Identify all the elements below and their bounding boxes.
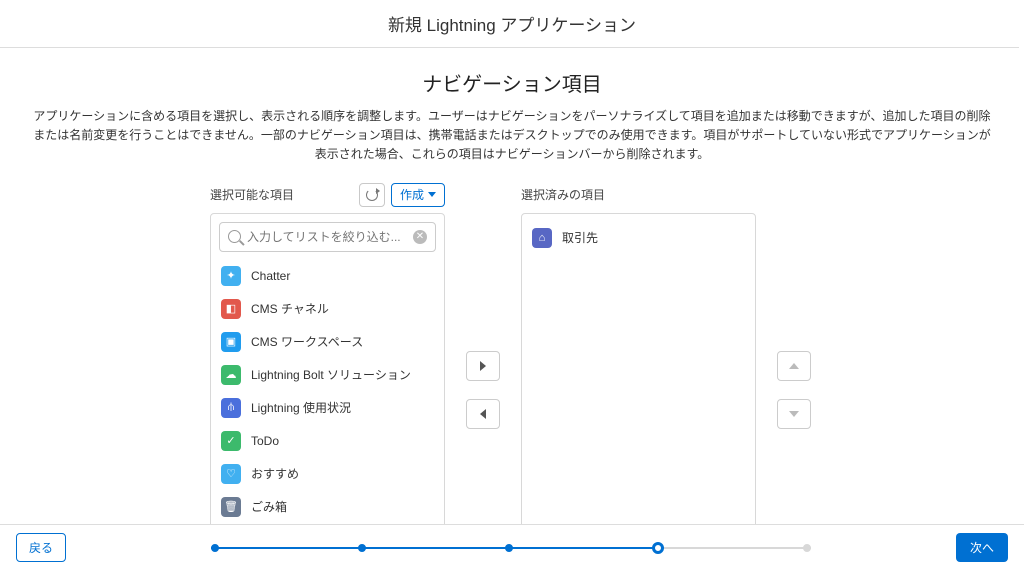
search-input[interactable] (247, 230, 407, 244)
selected-list[interactable]: ⌂ 取引先 (522, 214, 755, 547)
selected-header: 選択済みの項目 (521, 186, 605, 203)
progress-indicator (66, 546, 956, 550)
move-down-button[interactable] (777, 399, 811, 429)
progress-step (652, 542, 664, 554)
item-label: ToDo (251, 434, 279, 448)
list-item[interactable]: ⌂ 取引先 (522, 222, 755, 255)
chevron-down-icon (428, 192, 436, 197)
item-icon: ◧ (221, 299, 241, 319)
item-label: 取引先 (562, 229, 598, 246)
item-label: ごみ箱 (251, 498, 287, 515)
available-header-actions: 作成 (359, 183, 445, 207)
list-item[interactable]: ▣ CMS ワークスペース (211, 326, 444, 359)
search-box[interactable]: ✕ (219, 222, 436, 252)
back-button[interactable]: 戻る (16, 533, 66, 562)
progress-step (505, 544, 513, 552)
move-buttons (463, 233, 503, 548)
move-up-button[interactable] (777, 351, 811, 381)
item-label: Lightning Bolt ソリューション (251, 366, 411, 383)
item-label: CMS ワークスペース (251, 333, 363, 350)
item-icon: ✦ (221, 266, 241, 286)
selected-panel: ⌂ 取引先 (521, 213, 756, 548)
item-label: Chatter (251, 269, 290, 283)
move-right-button[interactable] (466, 351, 500, 381)
progress-step (211, 544, 219, 552)
refresh-button[interactable] (359, 183, 385, 207)
divider (0, 47, 1019, 48)
create-label: 作成 (400, 186, 424, 203)
list-item[interactable]: ♡ おすすめ (211, 458, 444, 491)
search-icon (228, 230, 241, 243)
item-icon: ✓ (221, 431, 241, 451)
list-item[interactable]: ⫛ Lightning 使用状況 (211, 392, 444, 425)
refresh-icon (366, 189, 378, 201)
item-icon: ☁ (221, 365, 241, 385)
list-item[interactable]: 🗑 ごみ箱 (211, 491, 444, 524)
item-icon: 🗑 (221, 497, 241, 517)
arrow-down-icon (789, 411, 799, 417)
selected-column: 選択済みの項目 ⌂ 取引先 (521, 183, 756, 548)
arrow-left-icon (480, 409, 486, 419)
item-label: CMS チャネル (251, 300, 329, 317)
section-description: アプリケーションに含める項目を選択し、表示される順序を調整します。ユーザーはナビ… (30, 107, 994, 165)
section-title: ナビゲーション項目 (0, 68, 1024, 97)
available-list[interactable]: ✦ Chatter ◧ CMS チャネル ▣ CMS ワークスペース ☁ Lightning … (211, 260, 444, 547)
dual-list: 選択可能な項目 作成 ✕ ✦Chatter◧CMS チャネル▣CMS ワーク (0, 183, 1024, 548)
reorder-buttons (774, 233, 814, 548)
footer: 戻る 次へ (0, 524, 1024, 570)
create-button[interactable]: 作成 (391, 183, 445, 207)
available-header-row: 選択可能な項目 作成 (210, 183, 445, 207)
search-wrap: ✕ (211, 214, 444, 260)
available-panel: ✕ ✦ Chatter ◧ CMS チャネル ▣ CMS ワークスペース ☁ Lightnin… (210, 213, 445, 548)
list-item[interactable]: ✓ ToDo (211, 425, 444, 458)
item-icon: ⫛ (221, 398, 241, 418)
item-icon: ▣ (221, 332, 241, 352)
progress-step (803, 544, 811, 552)
item-label: おすすめ (251, 465, 299, 482)
item-icon: ⌂ (532, 228, 552, 248)
next-button[interactable]: 次へ (956, 533, 1008, 562)
available-header: 選択可能な項目 (210, 186, 294, 203)
item-icon: ♡ (221, 464, 241, 484)
list-item[interactable]: ◧ CMS チャネル (211, 293, 444, 326)
arrow-up-icon (789, 363, 799, 369)
progress-step (358, 544, 366, 552)
item-label: Lightning 使用状況 (251, 399, 351, 416)
list-item[interactable]: ☁ Lightning Bolt ソリューション (211, 359, 444, 392)
move-left-button[interactable] (466, 399, 500, 429)
selected-header-row: 選択済みの項目 (521, 183, 756, 207)
clear-icon[interactable]: ✕ (413, 230, 427, 244)
progress-dots (211, 542, 811, 554)
modal-title: 新規 Lightning アプリケーション (0, 0, 1024, 47)
list-item[interactable]: ✦ Chatter (211, 260, 444, 293)
available-column: 選択可能な項目 作成 ✕ ✦Chatter◧CMS チャネル▣CMS ワーク (210, 183, 445, 548)
arrow-right-icon (480, 361, 486, 371)
